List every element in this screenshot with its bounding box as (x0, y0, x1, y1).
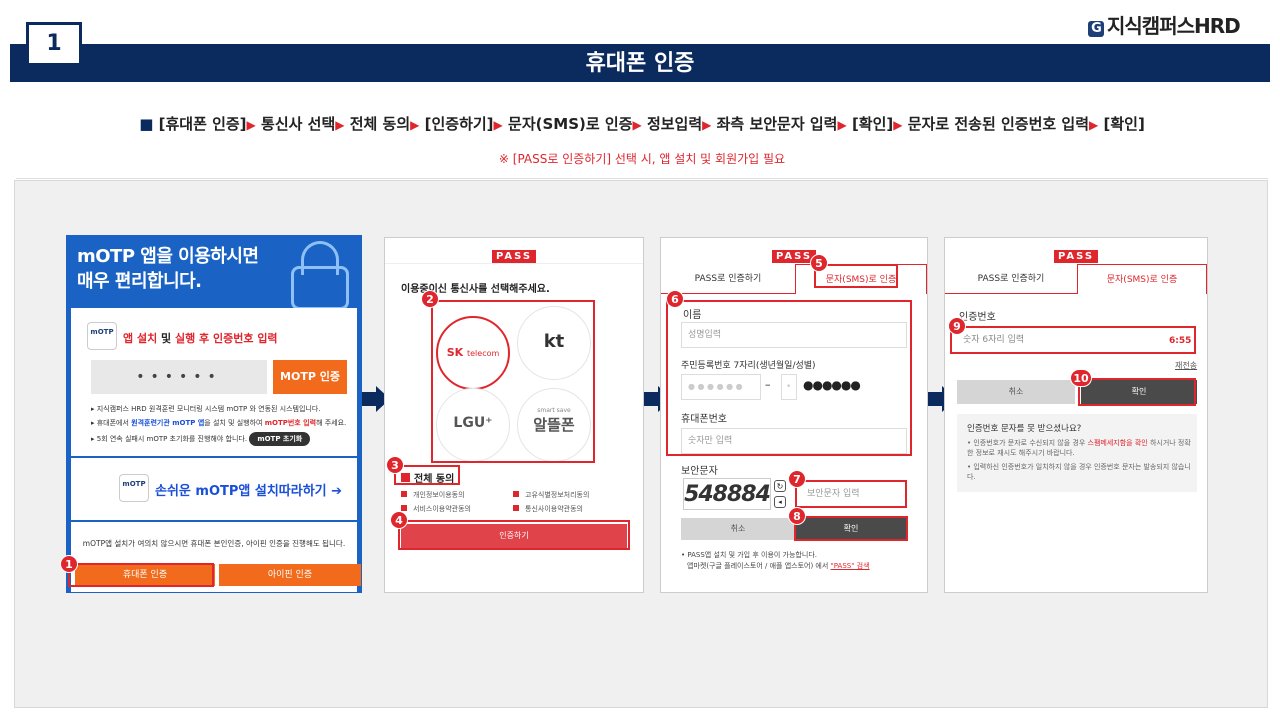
pass-foot-1: • PASS앱 설치 및 가입 후 이용이 가능합니다. (681, 551, 817, 559)
motp-logo-icon: mOTP (87, 322, 117, 350)
motp-info-2: ▸ 휴대폰에서 원격훈련기관 mOTP 앱을 설치 및 실행하여 mOTP번호 … (91, 419, 347, 427)
highlight-code-confirm (1078, 378, 1196, 406)
tab-pass[interactable]: PASS로 인증하기 (945, 264, 1077, 294)
flow-arrow-2 (644, 392, 658, 406)
hero-text: mOTP 앱을 이용하시면 매우 편리합니다. (77, 246, 259, 292)
marker-2: 2 (421, 290, 439, 308)
marker-5: 5 (810, 254, 828, 272)
motp-input-card: mOTP 앱 설치 및 실행 후 인증번호 입력 •••••• MOTP 인증 … (71, 308, 357, 456)
marker-3: 3 (386, 456, 404, 474)
pass-note: ※ [PASS로 인증하기] 선택 시, 앱 설치 및 회원가입 필요 (498, 152, 786, 166)
help-2: • 입력하신 인증번호가 일치하지 않을 경우 인증번호 문자는 발송되지 않습… (967, 463, 1191, 481)
highlight-auth-button (398, 520, 630, 550)
tab-pass[interactable]: PASS로 인증하기 (661, 264, 795, 294)
code-panel: PASS PASS로 인증하기 문자(SMS)로 인증 인증번호 숫자 6자리 … (944, 237, 1208, 593)
marker-9: 9 (948, 317, 966, 335)
marker-1: 1 (60, 555, 78, 573)
resend-link[interactable]: 재전송 (1175, 360, 1197, 371)
marker-7: 7 (788, 470, 806, 488)
tab-sms[interactable]: 문자(SMS)로 인증 (1077, 264, 1207, 294)
motp-pin-input[interactable]: •••••• (91, 360, 267, 394)
slide: G 지식캠퍼스HRD 휴대폰 인증 1 ■ [휴대폰 인증]▶ 통신사 선택▶ 전… (0, 0, 1280, 720)
page-title: 휴대폰 인증 (10, 44, 1270, 82)
install-guide-link[interactable]: 손쉬운 mOTP앱 설치따라하기 ➔ (155, 480, 342, 499)
lock-body-icon (291, 266, 349, 310)
help-title: 인증번호 문자를 못 받으셨나요? (967, 424, 1082, 434)
marker-6: 6 (666, 290, 684, 308)
highlight-captcha-input (795, 480, 907, 508)
step-number-badge: 1 (26, 22, 82, 66)
highlight-code-input (950, 326, 1196, 354)
marker-8: 8 (788, 507, 806, 525)
motp-auth-button[interactable]: MOTP 인증 (273, 360, 347, 394)
term-1[interactable]: 개인정보이용동의 (401, 490, 465, 500)
help-1: • 인증번호가 문자로 수신되지 않을 경우 스팸메세지함을 확인 하시거나 정… (967, 439, 1191, 457)
flow-arrow-1 (362, 392, 376, 406)
audio-icon[interactable]: ◂ (774, 496, 786, 508)
instruction-steps: ■ [휴대폰 인증]▶ 통신사 선택▶ 전체 동의▶ [인증하기]▶ 문자(SM… (139, 115, 1145, 133)
marker-10: 10 (1070, 369, 1092, 387)
brand-logo: G 지식캠퍼스HRD (1088, 10, 1241, 39)
captcha-image: 548884 (683, 478, 771, 510)
motp-info-3: ▸ 5회 연속 실패시 mOTP 초기화를 진행해야 합니다. mOTP 초기화 (91, 432, 311, 446)
highlight-confirm (794, 516, 908, 541)
motp-panel: mOTP 앱을 이용하시면 매우 편리합니다. mOTP 앱 설치 및 실행 후… (66, 235, 362, 593)
motp-info-1: ▸ 지식캠퍼스 HRD 원격훈련 모니터링 시스템 mOTP 와 연동된 시스템… (91, 405, 321, 413)
flow-arrow-3 (928, 392, 942, 406)
motp-logo-small-icon: mOTP (119, 474, 149, 502)
term-4[interactable]: 통신사이용약관동의 (513, 504, 583, 514)
refresh-icon[interactable]: ↻ (774, 480, 786, 492)
motp-hero: mOTP 앱을 이용하시면 매우 편리합니다. (67, 236, 361, 310)
pass-logo: PASS (385, 244, 643, 263)
alt-auth-text: mOTP앱 설치가 여의치 않으시면 휴대폰 본인인증, 아이핀 인증을 진행해… (82, 539, 346, 548)
install-guide-card[interactable]: mOTP 손쉬운 mOTP앱 설치따라하기 ➔ (71, 458, 357, 520)
term-2[interactable]: 고유식별정보처리동의 (513, 490, 589, 500)
highlight-agree-all (394, 465, 460, 485)
ipin-auth-button[interactable]: 아이핀 인증 (219, 564, 361, 586)
cancel-button[interactable]: 취소 (957, 380, 1075, 404)
instruction-box: ■ [휴대폰 인증]▶ 통신사 선택▶ 전체 동의▶ [인증하기]▶ 문자(SM… (16, 95, 1268, 179)
install-title: 앱 설치 및 실행 후 인증번호 입력 (123, 332, 278, 345)
cancel-button[interactable]: 취소 (681, 518, 795, 540)
highlight-info-form (666, 300, 912, 456)
help-box: 인증번호 문자를 못 받으셨나요? • 인증번호가 문자로 수신되지 않을 경우… (957, 414, 1197, 492)
motp-reset-button[interactable]: mOTP 초기화 (249, 432, 311, 446)
auth-tabs: PASS로 인증하기 문자(SMS)로 인증 (945, 264, 1207, 294)
marker-4: 4 (390, 511, 408, 529)
term-3[interactable]: 서비스이용약관동의 (401, 504, 471, 514)
highlight-phone-auth (68, 563, 214, 587)
pass-foot-2: 앱마켓(구글 플레이스토어 / 애플 앱스토어) 에서 "PASS" 검색 (687, 562, 870, 570)
highlight-carriers (431, 300, 595, 463)
pass-logo: PASS (661, 244, 927, 263)
captcha-label: 보안문자 (681, 466, 718, 477)
pass-logo: PASS (945, 244, 1207, 263)
